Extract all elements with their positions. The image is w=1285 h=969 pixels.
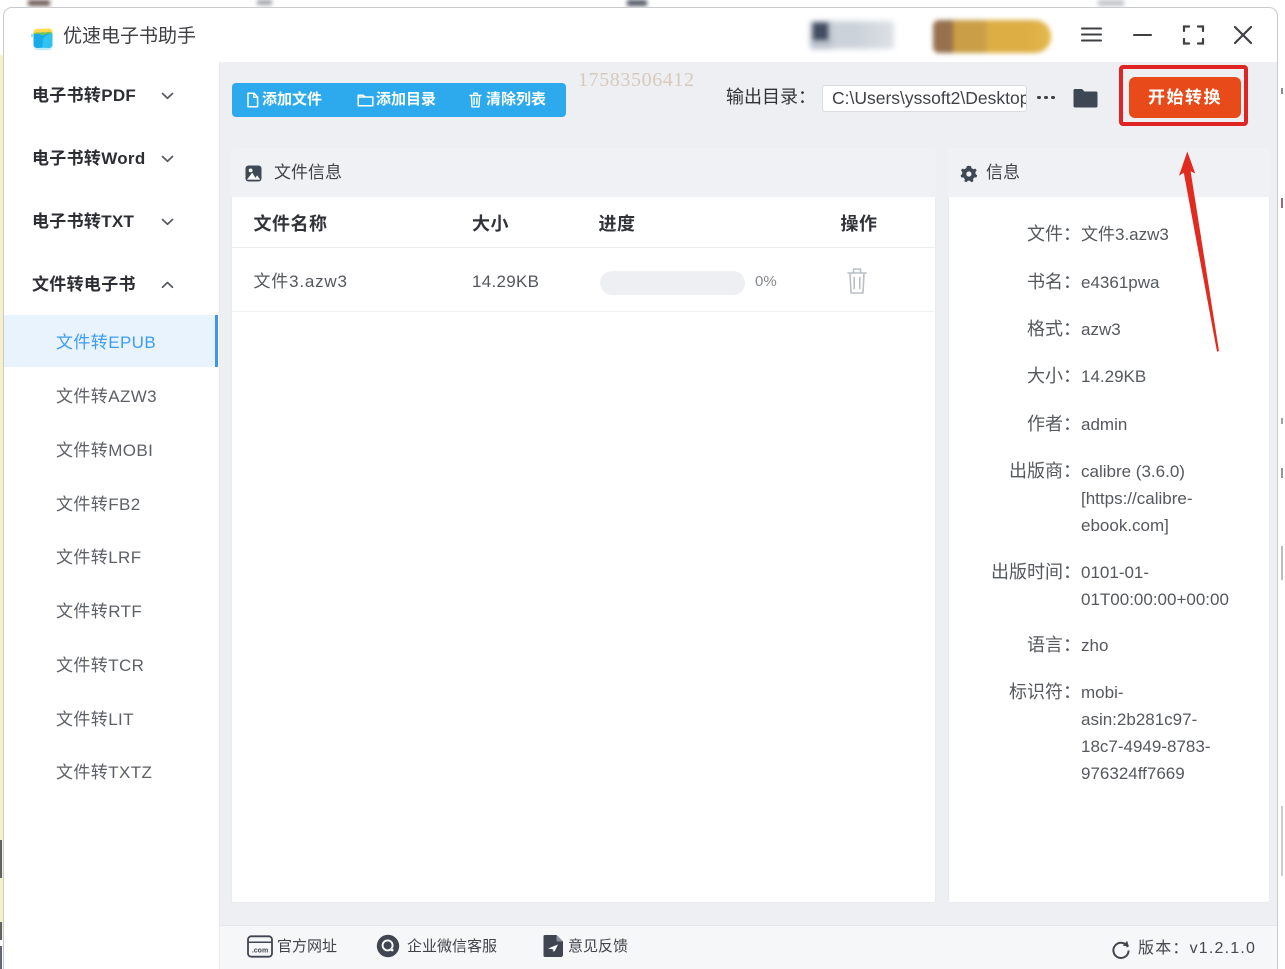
svg-text:.com: .com bbox=[252, 948, 268, 955]
